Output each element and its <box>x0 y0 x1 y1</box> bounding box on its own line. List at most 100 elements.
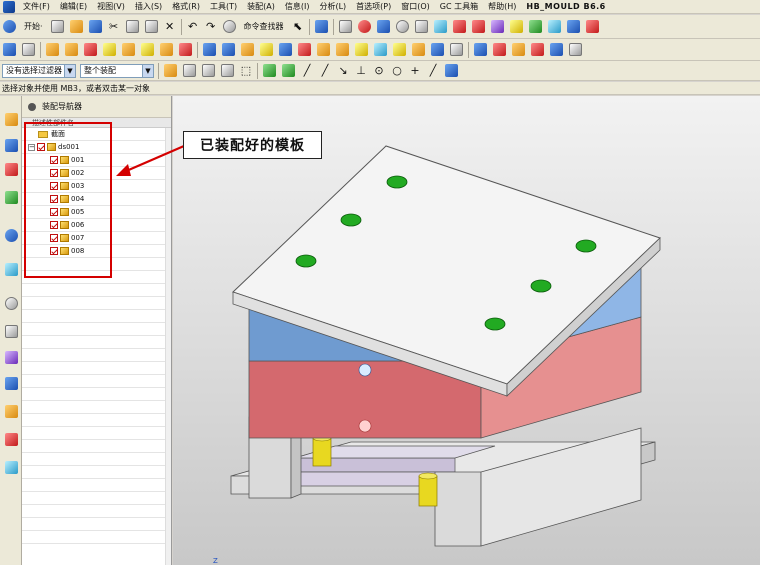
render-style-button[interactable] <box>394 18 411 36</box>
start-menu-label[interactable]: 开始· <box>20 18 47 36</box>
menu-analysis[interactable]: 分析(L) <box>314 1 351 12</box>
manufacturing-wizards-tab[interactable] <box>2 374 20 392</box>
pad-button[interactable] <box>139 41 156 59</box>
command-finder-button[interactable] <box>221 18 238 36</box>
menu-preferences[interactable]: 首选项(P) <box>351 1 396 12</box>
sew-button[interactable] <box>472 41 489 59</box>
select-features-button[interactable] <box>181 62 198 80</box>
copy-button[interactable] <box>124 18 141 36</box>
background-button[interactable] <box>413 18 430 36</box>
palette-tab[interactable] <box>2 458 20 476</box>
pocket-button[interactable] <box>120 41 137 59</box>
selection-filter-dropdown[interactable]: 没有选择过滤器 ▼ <box>2 63 76 78</box>
wcs-button[interactable] <box>508 18 525 36</box>
offset-face-button[interactable] <box>372 41 389 59</box>
menu-window[interactable]: 窗口(O) <box>396 1 435 12</box>
section-view-button[interactable] <box>451 18 468 36</box>
slot-button[interactable] <box>158 41 175 59</box>
orient-button[interactable] <box>356 18 373 36</box>
dimension-button[interactable] <box>584 18 601 36</box>
draft-button[interactable] <box>353 41 370 59</box>
snap-control-point-button[interactable]: ╱ <box>317 62 333 80</box>
revolve-button[interactable] <box>63 41 80 59</box>
edge-blend-button[interactable] <box>296 41 313 59</box>
sync-pull-button[interactable] <box>567 41 584 59</box>
pin-icon[interactable] <box>28 102 36 111</box>
web-browser-tab[interactable] <box>2 260 20 278</box>
menu-tools[interactable]: 工具(T) <box>205 1 242 12</box>
mirror-button[interactable] <box>410 41 427 59</box>
command-finder-label[interactable]: 命令查找器 <box>240 18 288 36</box>
save-button[interactable] <box>87 18 104 36</box>
constraint-navigator-tab[interactable] <box>2 136 20 154</box>
snap-existing-point-button[interactable]: + <box>407 62 423 80</box>
assembly-tool-button[interactable] <box>470 18 487 36</box>
hole-button[interactable] <box>82 41 99 59</box>
assembly-navigator-tab[interactable] <box>2 110 20 128</box>
snap-tangent-button[interactable]: ⊥ <box>353 62 369 80</box>
scale-button[interactable] <box>448 41 465 59</box>
measure-button[interactable] <box>565 18 582 36</box>
snap-quadrant-button[interactable]: ○ <box>389 62 405 80</box>
menu-edit[interactable]: 编辑(E) <box>55 1 92 12</box>
sketch-tool-button[interactable] <box>1 41 18 59</box>
select-bodies-button[interactable] <box>200 62 217 80</box>
shaded-view-button[interactable] <box>375 18 392 36</box>
paste-button[interactable] <box>143 18 160 36</box>
extrude-button[interactable] <box>44 41 61 59</box>
start-button[interactable] <box>1 18 18 36</box>
snap-midpoint-button[interactable]: ╱ <box>299 62 315 80</box>
menu-assemblies[interactable]: 装配(A) <box>242 1 280 12</box>
sync-move-button[interactable] <box>548 41 565 59</box>
system-scenes-tab[interactable] <box>2 430 20 448</box>
snap-endpoint-button[interactable] <box>280 62 297 80</box>
general-selection-button[interactable] <box>162 62 179 80</box>
thread-button[interactable] <box>429 41 446 59</box>
hd3d-tools-tab[interactable] <box>2 226 20 244</box>
snap-grid-button[interactable] <box>261 62 278 80</box>
snap-arc-center-button[interactable]: ⊙ <box>371 62 387 80</box>
process-studio-tab[interactable] <box>2 348 20 366</box>
rectangle-select-button[interactable]: ⬚ <box>238 62 254 80</box>
roles-tab[interactable] <box>2 402 20 420</box>
history-tab[interactable] <box>2 294 20 312</box>
menu-file[interactable]: 文件(F) <box>18 1 55 12</box>
assembly-scope-dropdown[interactable]: 整个装配 ▼ <box>80 63 154 78</box>
select-faces-button[interactable] <box>219 62 236 80</box>
redo-button[interactable]: ↷ <box>203 18 219 36</box>
patch-button[interactable] <box>491 41 508 59</box>
new-file-button[interactable] <box>49 18 66 36</box>
snap-point-on-face-button[interactable] <box>443 62 460 80</box>
select-tool-button[interactable]: ⬉ <box>290 18 306 36</box>
unite-button[interactable] <box>201 41 218 59</box>
open-button[interactable] <box>68 18 85 36</box>
menu-help[interactable]: 帮助(H) <box>483 1 521 12</box>
rectangle-button[interactable] <box>20 41 37 59</box>
groove-button[interactable] <box>177 41 194 59</box>
replace-face-button[interactable] <box>510 41 527 59</box>
delete-button[interactable]: ✕ <box>162 18 178 36</box>
part-navigator-tab[interactable] <box>2 160 20 178</box>
menu-hb-mould[interactable]: HB_MOULD B6.6 <box>521 2 610 11</box>
layer-button[interactable] <box>432 18 449 36</box>
intersect-button[interactable] <box>239 41 256 59</box>
menu-gc-toolkit[interactable]: GC 工具箱 <box>435 1 483 12</box>
fit-view-button[interactable] <box>337 18 354 36</box>
shell-button[interactable] <box>334 41 351 59</box>
navigator-scrollbar[interactable] <box>165 128 171 565</box>
menu-insert[interactable]: 插入(S) <box>130 1 167 12</box>
reuse-library-tab[interactable] <box>2 188 20 206</box>
delete-face-button[interactable] <box>529 41 546 59</box>
snap-point-on-curve-button[interactable]: ╱ <box>425 62 441 80</box>
pattern-button[interactable] <box>391 41 408 59</box>
sketch-button[interactable] <box>313 18 330 36</box>
point-button[interactable] <box>527 18 544 36</box>
snap-intersection-button[interactable]: ↘ <box>335 62 351 80</box>
subtract-button[interactable] <box>220 41 237 59</box>
graphics-viewport[interactable]: Z <box>173 96 760 565</box>
undo-button[interactable]: ↶ <box>185 18 201 36</box>
chamfer-button[interactable] <box>315 41 332 59</box>
menu-information[interactable]: 信息(I) <box>280 1 315 12</box>
menu-view[interactable]: 视图(V) <box>92 1 130 12</box>
trim-body-button[interactable] <box>258 41 275 59</box>
